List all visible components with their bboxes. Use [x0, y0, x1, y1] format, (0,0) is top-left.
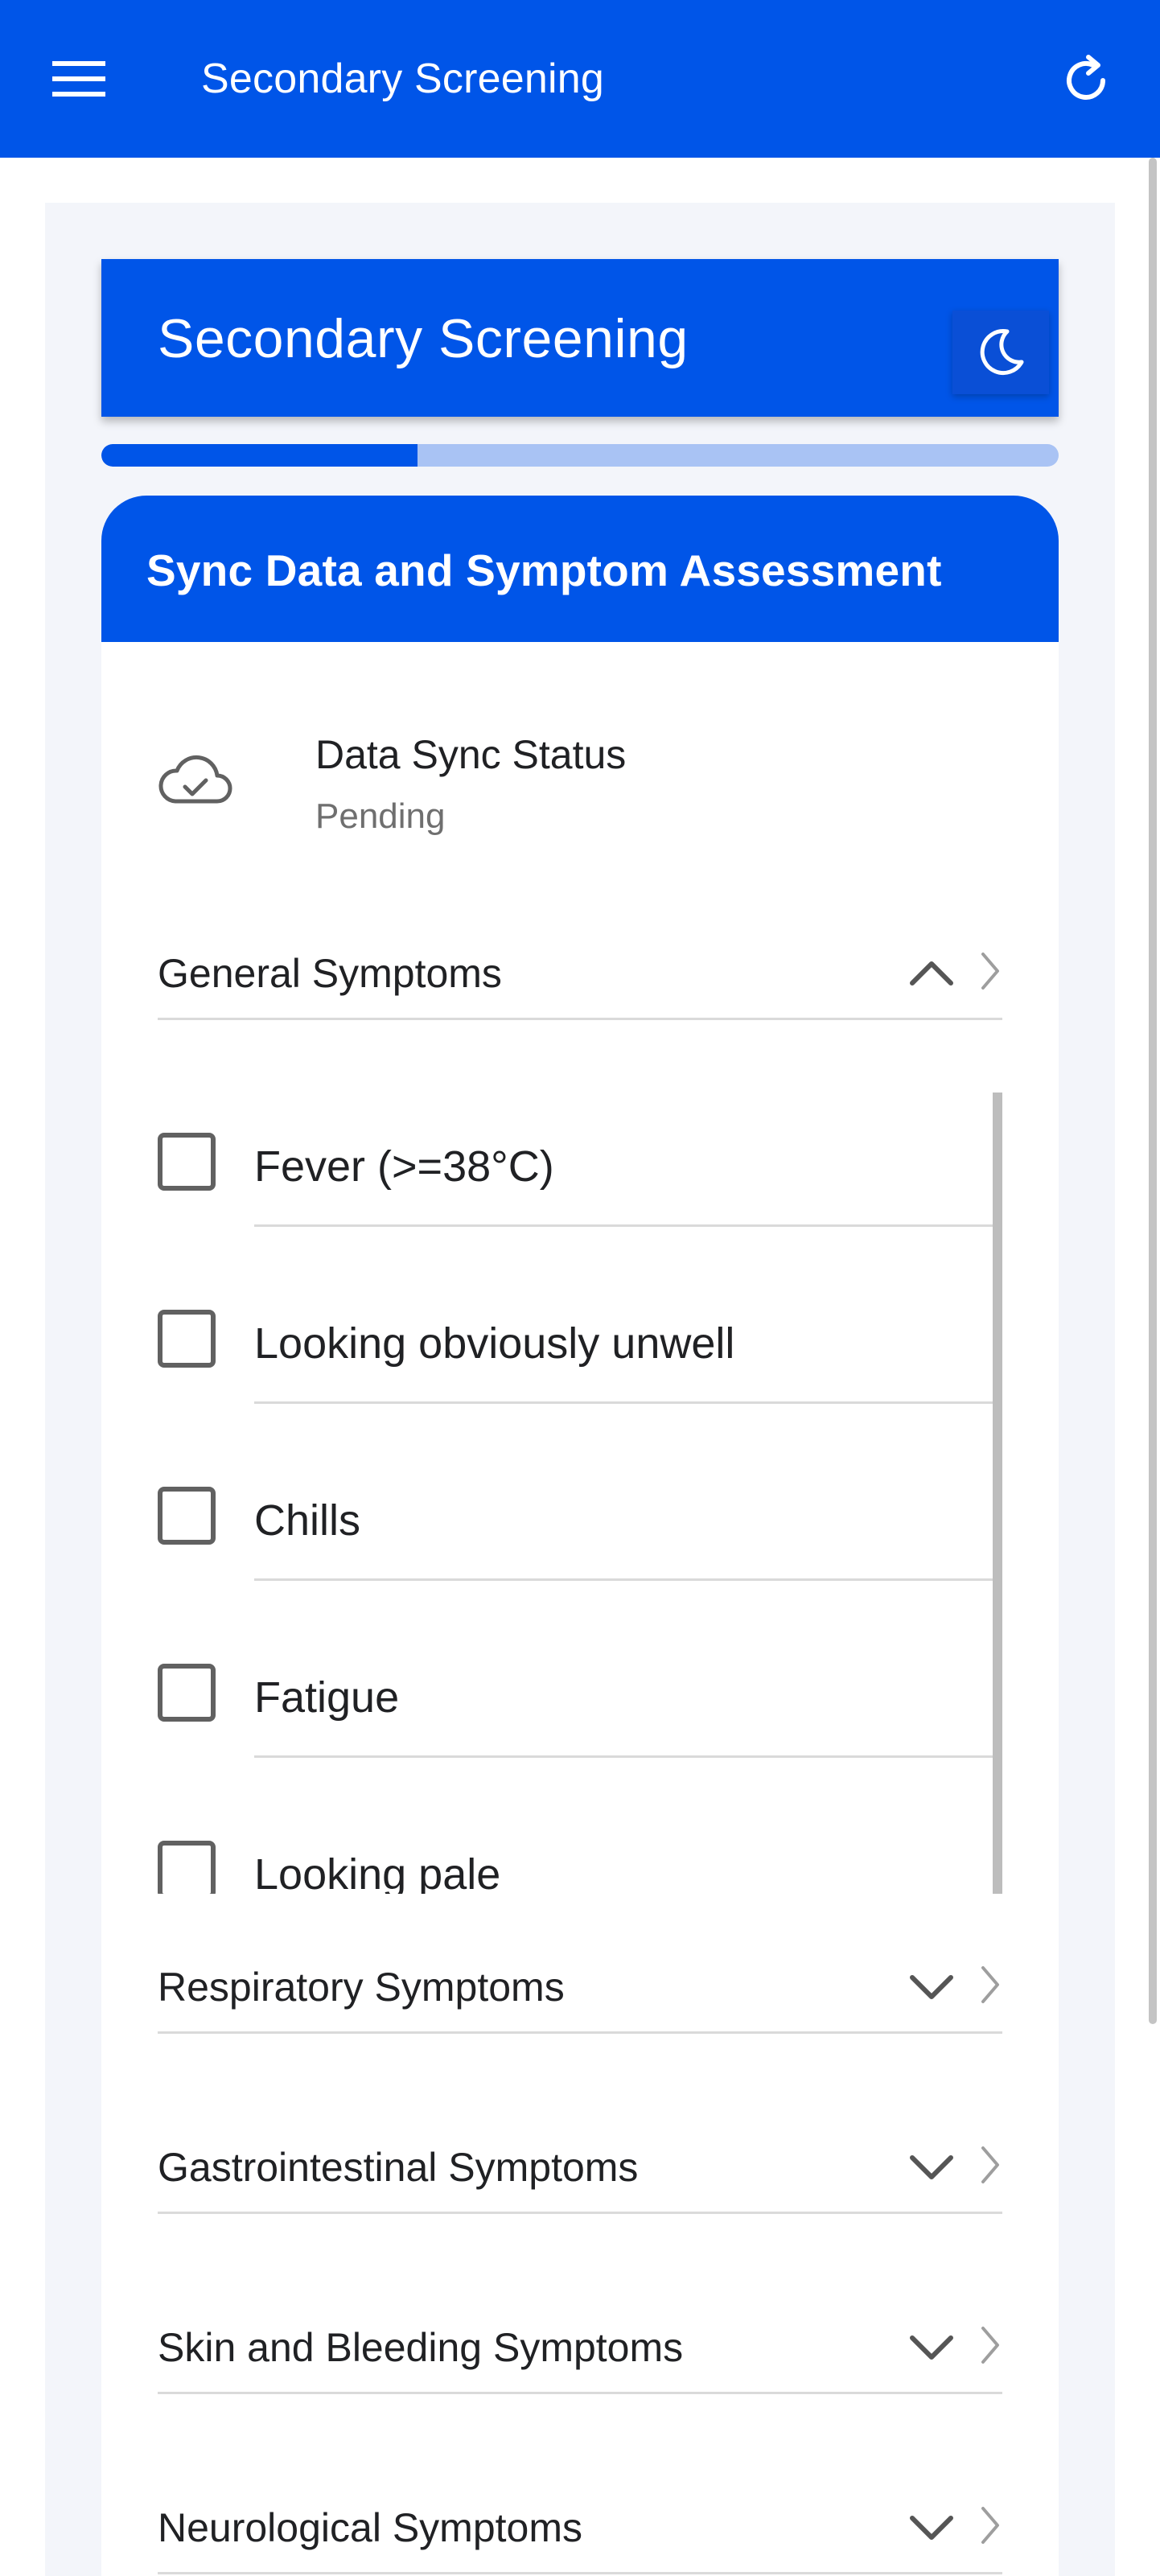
list-scrollbar[interactable]	[993, 1093, 1002, 1894]
symptom-item-chills[interactable]: Chills	[158, 1446, 993, 1623]
chevron-right-icon[interactable]	[978, 2323, 1002, 2367]
section-divider	[158, 2392, 1002, 2394]
section-label: Respiratory Symptoms	[158, 1965, 565, 2010]
card-title: Sync Data and Symptom Assessment	[146, 545, 942, 595]
section-neurological-symptoms[interactable]: Neurological Symptoms	[158, 2478, 1002, 2574]
item-divider	[254, 1401, 993, 1404]
chevron-down-icon[interactable]	[907, 1968, 956, 2006]
symptom-label: Looking obviously unwell	[254, 1319, 735, 1368]
menu-button[interactable]	[40, 47, 117, 111]
theme-toggle-button[interactable]	[952, 311, 1049, 394]
section-label: Gastrointestinal Symptoms	[158, 2145, 639, 2190]
chevron-down-icon[interactable]	[907, 2328, 956, 2367]
symptom-item-fever[interactable]: Fever (>=38°C)	[158, 1093, 993, 1269]
chevron-down-icon[interactable]	[907, 2508, 956, 2547]
progress-bar	[101, 444, 1059, 467]
page-scrollbar[interactable]	[1149, 158, 1157, 2024]
symptom-label: Fatigue	[254, 1673, 400, 1722]
app-bar: Secondary Screening	[0, 0, 1160, 158]
checkbox[interactable]	[158, 1664, 216, 1722]
assessment-card: Sync Data and Symptom Assessment Data Sy…	[101, 496, 1059, 2576]
section-label: Neurological Symptoms	[158, 2505, 582, 2550]
section-label: Skin and Bleeding Symptoms	[158, 2325, 684, 2370]
section-respiratory-symptoms[interactable]: Respiratory Symptoms	[158, 1937, 1002, 2034]
item-divider	[254, 1755, 993, 1758]
chevron-right-icon[interactable]	[978, 949, 1002, 993]
sync-status-label: Data Sync Status	[315, 732, 627, 777]
section-gastrointestinal-symptoms[interactable]: Gastrointestinal Symptoms	[158, 2117, 1002, 2214]
section-divider	[158, 2572, 1002, 2574]
section-skin-bleeding-symptoms[interactable]: Skin and Bleeding Symptoms	[158, 2298, 1002, 2394]
item-divider	[254, 1224, 993, 1227]
symptom-item-fatigue[interactable]: Fatigue	[158, 1623, 993, 1800]
checkbox[interactable]	[158, 1133, 216, 1191]
chevron-down-icon[interactable]	[907, 2148, 956, 2187]
chevron-up-icon[interactable]	[907, 954, 956, 993]
symptom-item-looking-unwell[interactable]: Looking obviously unwell	[158, 1269, 993, 1446]
card-header: Sync Data and Symptom Assessment	[101, 496, 1059, 642]
page-header-card: Secondary Screening	[101, 259, 1059, 417]
symptom-label: Looking pale	[254, 1850, 501, 1894]
section-general-symptoms[interactable]: General Symptoms	[158, 924, 1002, 1020]
progress-fill	[101, 444, 418, 467]
checkbox[interactable]	[158, 1841, 216, 1894]
section-divider	[158, 2031, 1002, 2034]
refresh-icon	[1067, 55, 1105, 100]
cloud-check-icon	[158, 755, 232, 804]
chevron-right-icon[interactable]	[978, 2143, 1002, 2187]
symptom-label: Chills	[254, 1496, 361, 1545]
app-bar-title: Secondary Screening	[201, 56, 604, 102]
menu-icon	[52, 61, 105, 97]
chevron-right-icon[interactable]	[978, 1963, 1002, 2006]
section-label: General Symptoms	[158, 951, 502, 996]
symptom-label: Fever (>=38°C)	[254, 1142, 554, 1191]
symptom-item-looking-pale[interactable]: Looking pale	[158, 1800, 993, 1894]
screen: Secondary Screening Secondary Screening …	[0, 0, 1160, 2576]
section-divider	[158, 2212, 1002, 2214]
item-divider	[254, 1578, 993, 1581]
general-symptoms-list: Fever (>=38°C) Looking obviously unwell …	[158, 1093, 1002, 1894]
moon-icon	[980, 329, 1024, 375]
sync-status-value: Pending	[315, 796, 446, 836]
section-divider	[158, 1018, 1002, 1020]
checkbox[interactable]	[158, 1310, 216, 1368]
chevron-right-icon[interactable]	[978, 2504, 1002, 2547]
checkbox[interactable]	[158, 1487, 216, 1545]
page-title: Secondary Screening	[158, 308, 689, 369]
refresh-button[interactable]	[1047, 42, 1125, 119]
